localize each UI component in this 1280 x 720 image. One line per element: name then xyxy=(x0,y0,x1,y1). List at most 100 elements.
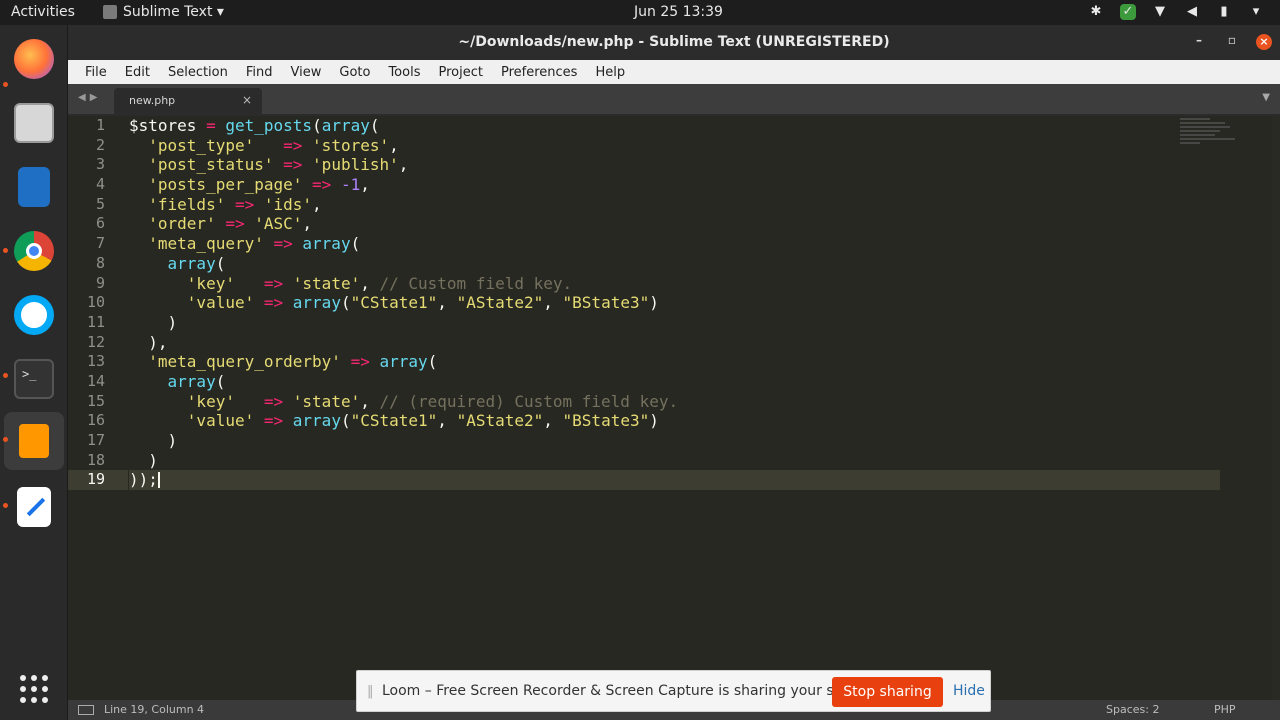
code-editor[interactable]: 1 2 3 4 5 6 7 8 9 10 11 12 13 14 15 16 17 18 19 $stores = … xyxy=(68,116,1280,700)
power-menu-icon[interactable]: ▾ xyxy=(1248,4,1264,20)
dock-terminal[interactable]: >_ xyxy=(10,355,58,403)
sublime-window: ~/Downloads/new.php - Sublime Text (UNRE… xyxy=(68,25,1280,720)
dock-text-editor[interactable] xyxy=(10,483,58,531)
window-title: ~/Downloads/new.php - Sublime Text (UNRE… xyxy=(458,34,890,50)
show-apps-icon xyxy=(20,675,48,703)
drag-handle-icon[interactable]: ‖ xyxy=(367,684,374,699)
line-number: 12 xyxy=(86,332,105,351)
code-line[interactable]: 'post_status' => 'publish', xyxy=(129,155,1220,175)
tab-bar: ◀▶ new.php × ▼ xyxy=(68,84,1280,114)
update-icon[interactable]: ✓ xyxy=(1120,4,1136,20)
app-menu[interactable]: Sublime Text ▾ xyxy=(103,4,224,20)
line-number: 2 xyxy=(95,135,105,154)
dock-sublime-text[interactable] xyxy=(4,412,64,470)
code-line[interactable]: 'key' => 'state', // Custom field key. xyxy=(129,274,1220,294)
code-line[interactable]: ) xyxy=(129,313,1220,333)
line-number: 5 xyxy=(95,194,105,213)
menu-find[interactable]: Find xyxy=(237,65,282,80)
line-number-gutter: 1 2 3 4 5 6 7 8 9 10 11 12 13 14 15 16 17 18 19 xyxy=(68,116,128,491)
menu-help[interactable]: Help xyxy=(586,65,634,80)
chrome-icon xyxy=(14,231,54,271)
menu-preferences[interactable]: Preferences xyxy=(492,65,586,80)
app-menu-label: Sublime Text ▾ xyxy=(123,4,224,20)
menu-selection[interactable]: Selection xyxy=(159,65,237,80)
terminal-icon: >_ xyxy=(14,359,54,399)
minimize-icon[interactable]: – xyxy=(1196,33,1202,47)
system-top-bar: Activities Sublime Text ▾ Jun 25 13:39 ✱… xyxy=(0,0,1280,25)
code-line[interactable]: 'posts_per_page' => -1, xyxy=(129,175,1220,195)
firefox-icon xyxy=(14,39,54,79)
tab-label: new.php xyxy=(129,94,176,107)
minimap[interactable] xyxy=(1180,116,1280,156)
menu-tools[interactable]: Tools xyxy=(379,65,429,80)
window-titlebar[interactable]: ~/Downloads/new.php - Sublime Text (UNRE… xyxy=(68,25,1280,60)
writer-icon xyxy=(18,167,50,207)
syntax-selector[interactable]: PHP xyxy=(1214,703,1236,716)
line-number: 9 xyxy=(95,273,105,292)
line-number: 3 xyxy=(95,155,105,174)
vertical-scrollbar[interactable] xyxy=(1272,116,1280,700)
loom-sharing-banner: ‖ Loom – Free Screen Recorder & Screen C… xyxy=(356,670,991,712)
activities-button[interactable]: Activities xyxy=(11,4,75,20)
wifi-icon[interactable]: ▼ xyxy=(1152,4,1168,20)
menu-file[interactable]: File xyxy=(76,65,116,80)
dock-chrome[interactable] xyxy=(10,227,58,275)
code-line[interactable]: 'meta_query_orderby' => array( xyxy=(129,352,1220,372)
code-line[interactable]: ) xyxy=(129,431,1220,451)
settings-icon[interactable]: ✱ xyxy=(1088,4,1104,20)
line-number: 17 xyxy=(86,431,105,449)
stop-sharing-button[interactable]: Stop sharing xyxy=(832,677,943,707)
close-icon[interactable]: × xyxy=(1256,34,1272,50)
dock-writer[interactable] xyxy=(10,163,58,211)
volume-icon[interactable]: ◀ xyxy=(1184,4,1200,20)
code-line[interactable]: 'value' => array("CState1", "AState2", "… xyxy=(129,293,1220,313)
menu-bar: File Edit Selection Find View Goto Tools… xyxy=(68,60,1280,84)
menu-goto[interactable]: Goto xyxy=(330,65,379,80)
cursor-position: Line 19, Column 4 xyxy=(104,703,205,716)
code-line[interactable]: 'value' => array("CState1", "AState2", "… xyxy=(129,411,1220,431)
tab-close-icon[interactable]: × xyxy=(242,93,252,107)
menu-edit[interactable]: Edit xyxy=(116,65,159,80)
clock[interactable]: Jun 25 13:39 xyxy=(634,4,723,20)
dock-firefox[interactable] xyxy=(10,35,58,83)
code-line[interactable]: 'meta_query' => array( xyxy=(129,234,1220,254)
code-area[interactable]: $stores = get_posts(array( 'post_type' =… xyxy=(129,116,1220,491)
menu-view[interactable]: View xyxy=(282,65,331,80)
code-line[interactable]: ) xyxy=(129,451,1220,471)
code-line[interactable]: 'post_type' => 'stores', xyxy=(129,136,1220,156)
clockify-icon xyxy=(14,295,54,335)
code-line[interactable]: )); xyxy=(129,470,1220,491)
text-cursor xyxy=(157,472,160,489)
battery-icon[interactable]: ▮ xyxy=(1216,4,1232,20)
code-line[interactable]: ), xyxy=(129,333,1220,353)
tab-nav-arrows-icon[interactable]: ◀▶ xyxy=(78,92,101,103)
line-number: 13 xyxy=(86,352,105,371)
system-tray[interactable]: ✱ ✓ ▼ ◀ ▮ ▾ xyxy=(1088,4,1264,20)
line-number: 1 xyxy=(95,116,105,134)
code-line[interactable]: 'fields' => 'ids', xyxy=(129,195,1220,215)
line-number: 7 xyxy=(95,234,105,253)
maximize-icon[interactable]: ▫ xyxy=(1228,33,1236,47)
code-line[interactable]: 'order' => 'ASC', xyxy=(129,214,1220,234)
dock: >_ xyxy=(0,25,68,720)
code-line[interactable]: 'key' => 'state', // (required) Custom f… xyxy=(129,392,1220,412)
line-number: 6 xyxy=(95,214,105,233)
files-icon xyxy=(14,103,54,143)
indentation-setting[interactable]: Spaces: 2 xyxy=(1106,703,1159,716)
code-line[interactable]: $stores = get_posts(array( xyxy=(129,116,1220,136)
code-line[interactable]: array( xyxy=(129,372,1220,392)
dock-clockify[interactable] xyxy=(10,291,58,339)
line-number: 19 xyxy=(68,470,128,491)
tab-new-php[interactable]: new.php × xyxy=(114,88,262,114)
show-apps-button[interactable] xyxy=(10,665,58,713)
hide-button[interactable]: Hide xyxy=(953,683,985,699)
line-number: 18 xyxy=(86,450,105,469)
line-number: 16 xyxy=(86,411,105,430)
dock-files[interactable] xyxy=(10,99,58,147)
panel-toggle-icon[interactable] xyxy=(78,705,94,715)
line-number: 4 xyxy=(95,175,105,194)
tab-dropdown-icon[interactable]: ▼ xyxy=(1262,92,1270,103)
menu-project[interactable]: Project xyxy=(429,65,491,80)
code-line[interactable]: array( xyxy=(129,254,1220,274)
line-number: 8 xyxy=(95,253,105,272)
